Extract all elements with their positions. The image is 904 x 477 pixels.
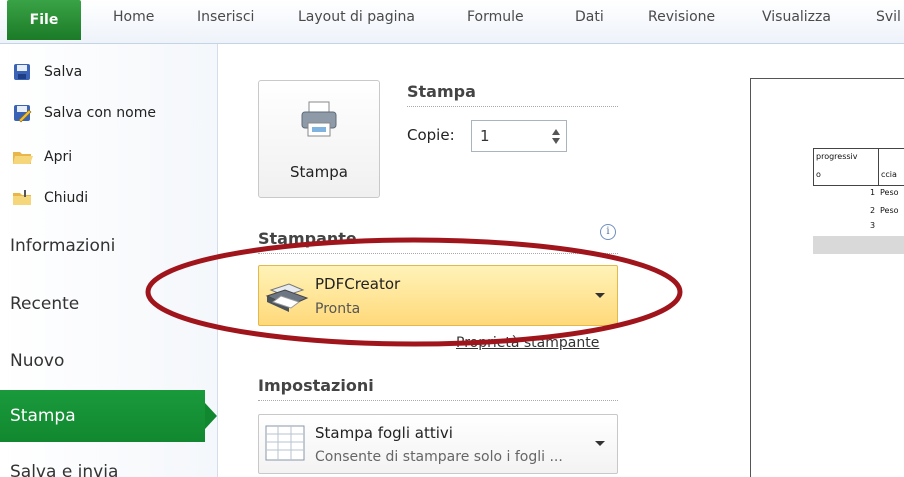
printer-name: PDFCreator: [315, 275, 401, 293]
nav-salva-e-invia[interactable]: Salva e invia: [10, 462, 118, 477]
nav-recente[interactable]: Recente: [10, 294, 79, 314]
tab-revisione[interactable]: Revisione: [648, 9, 715, 25]
tab-dati[interactable]: Dati: [575, 9, 604, 25]
print-button[interactable]: Stampa: [258, 80, 380, 198]
tab-inserisci[interactable]: Inserisci: [197, 9, 254, 25]
preview-row-text: Peso: [880, 188, 899, 197]
open-folder-icon: [12, 147, 34, 167]
tab-layout-di-pagina[interactable]: Layout di pagina: [298, 9, 415, 25]
printer-dropdown[interactable]: PDFCreator Pronta: [258, 265, 618, 326]
chevron-down-icon: [595, 293, 605, 298]
tab-formule[interactable]: Formule: [467, 9, 524, 25]
print-what-dropdown[interactable]: Stampa fogli attivi Consente di stampare…: [258, 414, 618, 474]
print-what-value: Stampa fogli attivi: [315, 424, 453, 442]
copies-value: 1: [480, 127, 490, 145]
preview-header-cell: progressiv: [816, 152, 858, 161]
print-button-label: Stampa: [290, 163, 348, 181]
info-icon[interactable]: i: [600, 224, 616, 240]
copies-spinner[interactable]: 1: [471, 120, 567, 152]
printer-device-icon: [263, 276, 311, 320]
nav-open[interactable]: Apri: [12, 144, 72, 170]
spin-up-icon[interactable]: [552, 129, 560, 135]
nav-save-as-label: Salva con nome: [44, 105, 156, 121]
preview-row-num: 1: [870, 188, 876, 197]
print-heading: Stampa: [407, 82, 476, 101]
backstage-nav: Salva Salva con nome Apri Chiudi Informa…: [0, 44, 218, 477]
copies-label: Copie:: [407, 126, 455, 144]
tab-visualizza[interactable]: Visualizza: [762, 9, 831, 25]
nav-stampa-selected[interactable]: Stampa: [0, 390, 217, 442]
printer-status: Pronta: [315, 301, 361, 317]
preview-column-divider: [878, 148, 879, 186]
preview-page: [750, 78, 904, 477]
nav-close[interactable]: Chiudi: [12, 185, 88, 211]
nav-open-label: Apri: [44, 149, 73, 165]
worksheet-icon: [265, 425, 305, 467]
printer-heading: Stampante: [258, 229, 357, 248]
nav-save-as[interactable]: Salva con nome: [12, 100, 156, 126]
preview-header-cell: o: [816, 170, 821, 179]
printer-icon: [299, 99, 339, 143]
nav-save[interactable]: Salva: [12, 59, 82, 85]
divider: [258, 400, 618, 401]
save-icon: [12, 62, 34, 82]
save-as-icon: [12, 103, 34, 123]
preview-row-num: 3: [870, 221, 876, 230]
nav-save-label: Salva: [44, 64, 83, 80]
close-folder-icon: [12, 188, 34, 208]
divider: [258, 253, 618, 254]
nav-nuovo[interactable]: Nuovo: [10, 351, 64, 371]
tab-sviluppo[interactable]: Svil: [876, 9, 901, 25]
nav-informazioni[interactable]: Informazioni: [10, 236, 115, 256]
preview-header-cell: ccia: [881, 170, 897, 179]
print-what-description: Consente di stampare solo i fogli ...: [315, 449, 563, 465]
nav-close-label: Chiudi: [44, 190, 89, 206]
divider: [407, 106, 618, 107]
spin-down-icon[interactable]: [552, 138, 560, 144]
preview-row-text: Peso: [880, 206, 899, 215]
chevron-down-icon: [595, 441, 605, 446]
tab-home[interactable]: Home: [113, 9, 154, 25]
preview-gray-band: [813, 236, 904, 254]
preview-row-num: 2: [870, 206, 876, 215]
ribbon-tab-bar: File Home Inserisci Layout di pagina For…: [0, 0, 904, 44]
settings-heading: Impostazioni: [258, 376, 374, 395]
printer-properties-link[interactable]: Proprietà stampante: [456, 335, 599, 351]
tab-file[interactable]: File: [7, 0, 81, 40]
